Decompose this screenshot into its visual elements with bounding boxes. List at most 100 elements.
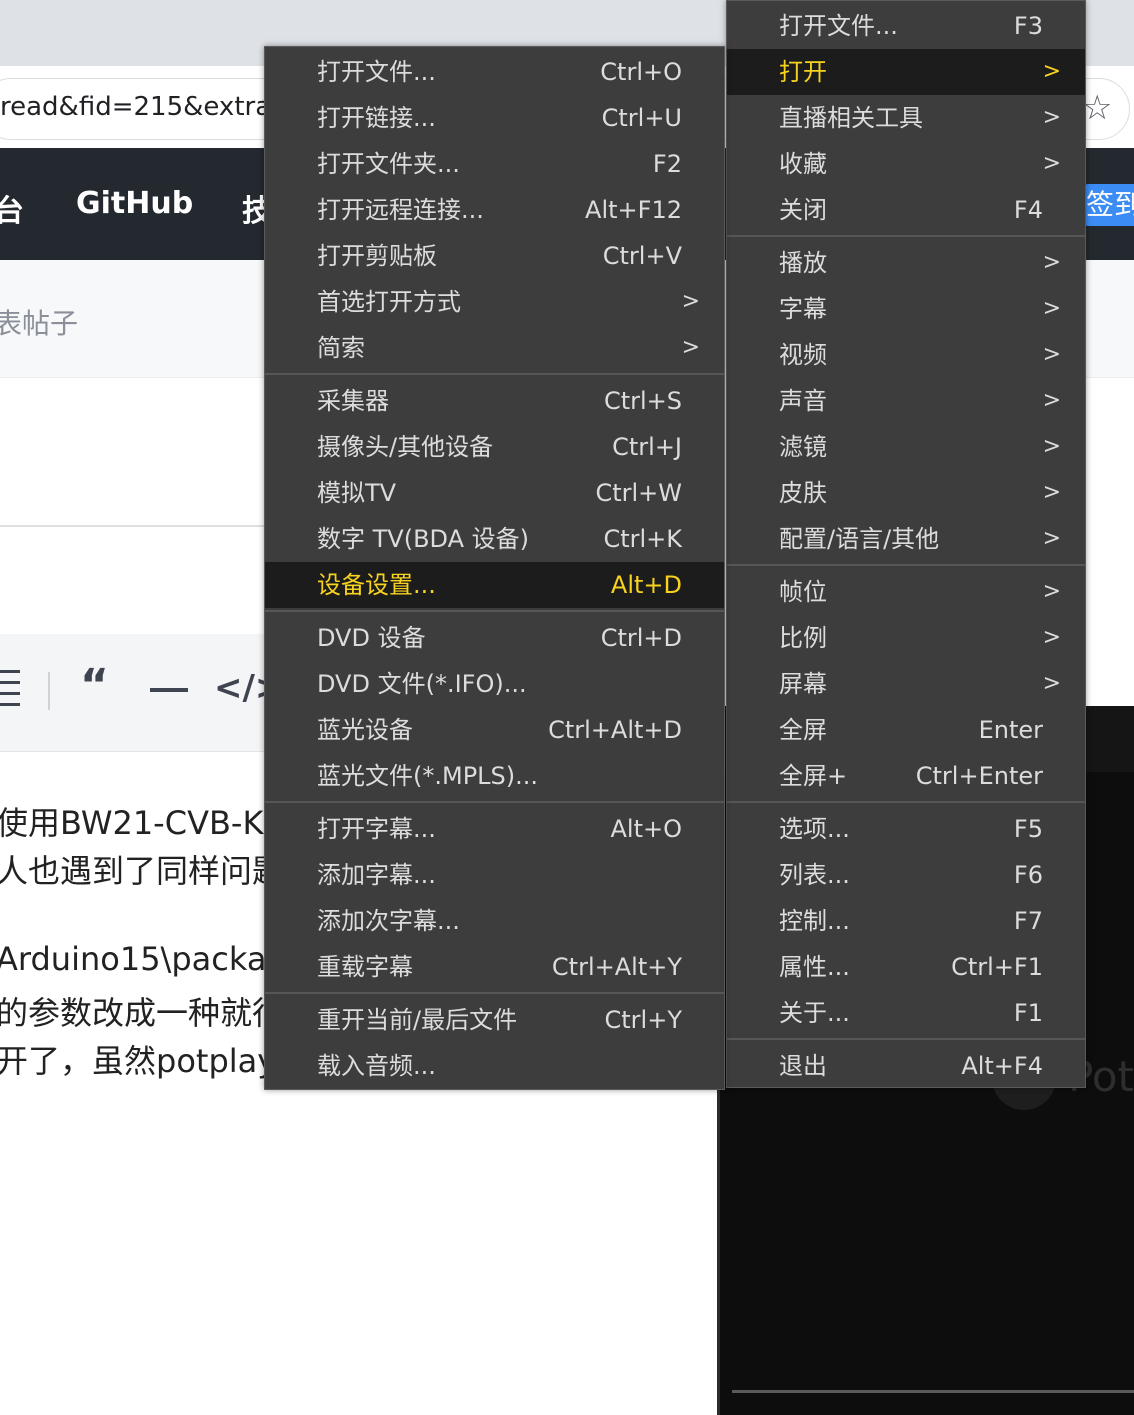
menu-item-frame[interactable]: 帧位 > (727, 569, 1085, 615)
menu-item-fullscreen[interactable]: 全屏 Enter (727, 707, 1085, 753)
menu-item-label: 蓝光文件(*.MPLS)... (317, 762, 539, 790)
list-icon[interactable] (0, 668, 22, 708)
menu-separator (265, 610, 724, 612)
nav-item-github[interactable]: GitHub (76, 186, 193, 221)
submenu-arrow-icon: > (1042, 480, 1061, 505)
menu-item-label: 直播相关工具 (779, 104, 923, 132)
menu-item-label: 打开 (779, 58, 827, 86)
menu-item-label: 打开字幕... (317, 815, 436, 843)
menu-item-label: 关闭 (779, 196, 827, 224)
menu-item-filters[interactable]: 滤镜 > (727, 424, 1085, 470)
menu-item-digital-tv[interactable]: 数字 TV(BDA 设备) Ctrl+K (265, 516, 724, 562)
menu-item-options[interactable]: 选项... F5 (727, 806, 1085, 852)
menu-item-bluray-file[interactable]: 蓝光文件(*.MPLS)... (265, 753, 724, 799)
menu-item-label: 帧位 (779, 578, 827, 606)
menu-item-aspect-ratio[interactable]: 比例 > (727, 615, 1085, 661)
menu-item-label: 退出 (779, 1052, 827, 1080)
menu-item-open[interactable]: 打开 > (727, 49, 1085, 95)
menu-item-label: 关于... (779, 999, 850, 1027)
menu-item-capture[interactable]: 采集器 Ctrl+S (265, 378, 724, 424)
menu-item-shortcut: Ctrl+Alt+Y (551, 953, 682, 981)
menu-item-audio[interactable]: 声音 > (727, 378, 1085, 424)
menu-item-search[interactable]: 简索 > (265, 325, 724, 371)
menu-item-camera[interactable]: 摄像头/其他设备 Ctrl+J (265, 424, 724, 470)
menu-item-label: DVD 文件(*.IFO)... (317, 670, 527, 698)
menu-item-open-file[interactable]: 打开文件... Ctrl+O (265, 49, 724, 95)
menu-item-analog-tv[interactable]: 模拟TV Ctrl+W (265, 470, 724, 516)
menu-item-open-remote[interactable]: 打开远程连接... Alt+F12 (265, 187, 724, 233)
menu-item-playlist[interactable]: 列表... F6 (727, 852, 1085, 898)
submenu-arrow-icon: > (1042, 296, 1061, 321)
sub-header-text[interactable]: 表帖子 (0, 302, 78, 342)
menu-separator (265, 801, 724, 803)
menu-item-reload-subtitle[interactable]: 重载字幕 Ctrl+Alt+Y (265, 944, 724, 990)
menu-item-shortcut: Alt+D (610, 571, 682, 599)
menu-item-bluray-device[interactable]: 蓝光设备 Ctrl+Alt+D (265, 707, 724, 753)
menu-item-add-secondary-subtitle[interactable]: 添加次字幕... (265, 898, 724, 944)
menu-item-label: 视频 (779, 341, 827, 369)
submenu-arrow-icon: > (1042, 151, 1061, 176)
submenu-arrow-icon: > (1042, 388, 1061, 413)
post-text-line: 使用BW21-CVB-K (0, 804, 264, 842)
menu-item-open-file[interactable]: 打开文件... F3 (727, 3, 1085, 49)
submenu-arrow-icon: > (1042, 625, 1061, 650)
quote-icon[interactable]: “ (80, 664, 109, 708)
post-text-line: 开了，虽然potplay (0, 1042, 277, 1080)
menu-item-favorites[interactable]: 收藏 > (727, 141, 1085, 187)
menu-item-open-url[interactable]: 打开链接... Ctrl+U (265, 95, 724, 141)
submenu-arrow-icon: > (1042, 59, 1061, 84)
menu-item-load-audio[interactable]: 载入音频... (265, 1043, 724, 1089)
nav-item-partial[interactable]: 台 (0, 186, 24, 230)
menu-item-reopen-file[interactable]: 重开当前/最后文件 Ctrl+Y (265, 997, 724, 1043)
menu-item-dvd-file[interactable]: DVD 文件(*.IFO)... (265, 661, 724, 707)
menu-item-label: 选项... (779, 815, 850, 843)
menu-item-shortcut: Ctrl+O (600, 58, 682, 86)
menu-item-device-settings[interactable]: 设备设置... Alt+D (265, 562, 724, 608)
menu-item-subtitles[interactable]: 字幕 > (727, 286, 1085, 332)
submenu-arrow-icon: > (1042, 526, 1061, 551)
menu-item-shortcut: F3 (1013, 12, 1043, 40)
menu-item-label: 载入音频... (317, 1052, 436, 1080)
menu-item-screen[interactable]: 屏幕 > (727, 661, 1085, 707)
menu-item-shortcut: Ctrl+S (603, 387, 682, 415)
menu-item-exit[interactable]: 退出 Alt+F4 (727, 1043, 1085, 1089)
menu-item-shortcut: Ctrl+V (602, 242, 682, 270)
signin-button[interactable]: 签到 (1084, 184, 1134, 226)
menu-item-dvd-device[interactable]: DVD 设备 Ctrl+D (265, 615, 724, 661)
menu-item-open-clipboard[interactable]: 打开剪贴板 Ctrl+V (265, 233, 724, 279)
menu-item-shortcut: Ctrl+W (595, 479, 682, 507)
menu-item-shortcut: Ctrl+K (603, 525, 682, 553)
menu-item-video[interactable]: 视频 > (727, 332, 1085, 378)
menu-item-live-tools[interactable]: 直播相关工具 > (727, 95, 1085, 141)
post-text-line: Arduino15\packa (0, 940, 267, 978)
menu-item-shortcut: F4 (1013, 196, 1043, 224)
menu-item-config-language[interactable]: 配置/语言/其他 > (727, 516, 1085, 562)
horizontal-rule-icon[interactable] (150, 688, 188, 692)
submenu-arrow-icon: > (1042, 342, 1061, 367)
menu-item-label: 全屏 (779, 716, 827, 744)
menu-item-skins[interactable]: 皮肤 > (727, 470, 1085, 516)
open-submenu: 打开文件... Ctrl+O 打开链接... Ctrl+U 打开文件夹... F2 打… (264, 46, 725, 1090)
menu-item-shortcut: Alt+O (610, 815, 683, 843)
menu-item-close[interactable]: 关闭 F4 (727, 187, 1085, 233)
menu-item-shortcut: Ctrl+D (600, 624, 682, 652)
menu-item-label: 播放 (779, 249, 827, 277)
menu-item-properties[interactable]: 属性... Ctrl+F1 (727, 944, 1085, 990)
menu-item-label: 重载字幕 (317, 953, 413, 981)
menu-item-open-subtitle[interactable]: 打开字幕... Alt+O (265, 806, 724, 852)
menu-item-about[interactable]: 关于... F1 (727, 990, 1085, 1036)
menu-item-playback[interactable]: 播放 > (727, 240, 1085, 286)
menu-item-add-subtitle[interactable]: 添加字幕... (265, 852, 724, 898)
menu-item-label: 简索 (317, 334, 365, 362)
player-seekbar[interactable] (732, 1390, 1134, 1393)
menu-item-fullscreen-plus[interactable]: 全屏+ Ctrl+Enter (727, 753, 1085, 799)
menu-item-label: 皮肤 (779, 479, 827, 507)
menu-item-control[interactable]: 控制... F7 (727, 898, 1085, 944)
menu-item-open-folder[interactable]: 打开文件夹... F2 (265, 141, 724, 187)
toolbar-separator (48, 672, 50, 710)
menu-item-label: 控制... (779, 907, 850, 935)
menu-item-preferred-open[interactable]: 首选打开方式 > (265, 279, 724, 325)
menu-item-label: 蓝光设备 (317, 716, 413, 744)
menu-item-label: 打开链接... (317, 104, 436, 132)
bookmark-star-icon[interactable]: ☆ (1082, 88, 1112, 128)
